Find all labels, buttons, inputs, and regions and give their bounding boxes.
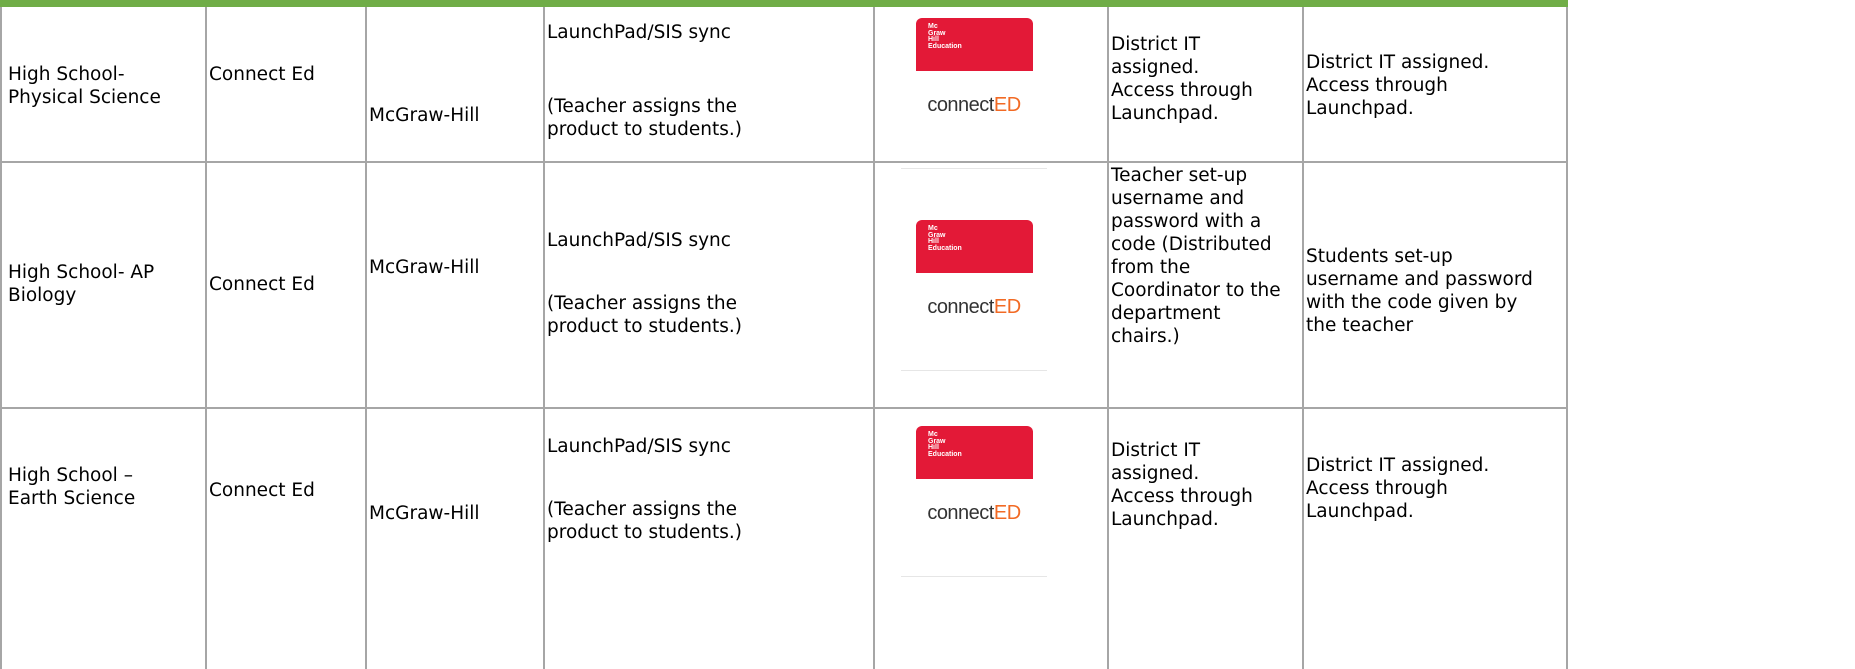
curriculum-table: High School- Physical Science Connect Ed… [0, 0, 1855, 669]
teacher-access: District IT assigned. Access through Lau… [1111, 440, 1253, 530]
student-access: Students set-up username and password wi… [1306, 246, 1533, 336]
connected-wordmark: connectED [927, 296, 1021, 318]
publisher-name: McGraw-Hill [369, 257, 480, 278]
student-access: District IT assigned. Access through Lau… [1306, 52, 1490, 119]
mcgraw-hill-logo: Mc Graw Hill Education [916, 220, 1033, 273]
column-divider [0, 7, 2, 669]
logo-divider [901, 576, 1047, 577]
header-accent-bar [0, 0, 1568, 7]
column-divider [543, 7, 545, 669]
column-divider [1107, 7, 1109, 669]
publisher-name: McGraw-Hill [369, 105, 480, 126]
logo-divider [901, 168, 1047, 169]
teacher-access: Teacher set-up username and password wit… [1111, 165, 1281, 347]
row-divider [0, 407, 1568, 409]
course-name: High School – Earth Science [8, 465, 136, 509]
column-divider [365, 7, 367, 669]
course-name: High School- Physical Science [8, 64, 161, 108]
sync-method: LaunchPad/SIS sync [547, 230, 731, 251]
mcgraw-hill-mark: Mc Graw Hill Education [928, 23, 962, 50]
sync-note: (Teacher assigns the product to students… [547, 96, 742, 140]
column-divider [873, 7, 875, 669]
connected-logo: Mc Graw Hill Education connectED [901, 18, 1047, 170]
logo-divider [901, 370, 1047, 371]
product-name: Connect Ed [209, 480, 315, 501]
mcgraw-hill-mark: Mc Graw Hill Education [928, 431, 962, 458]
sync-method: LaunchPad/SIS sync [547, 22, 731, 43]
connected-logo: Mc Graw Hill Education connectED [901, 220, 1047, 372]
column-divider [205, 7, 207, 669]
connected-logo: Mc Graw Hill Education connectED [901, 426, 1047, 578]
sync-note: (Teacher assigns the product to students… [547, 499, 742, 543]
column-divider [1566, 7, 1568, 669]
row-divider [0, 161, 1568, 163]
mcgraw-hill-mark: Mc Graw Hill Education [928, 225, 962, 252]
product-name: Connect Ed [209, 64, 315, 85]
product-name: Connect Ed [209, 274, 315, 295]
student-access: District IT assigned. Access through Lau… [1306, 455, 1490, 522]
teacher-access: District IT assigned. Access through Lau… [1111, 34, 1253, 124]
mcgraw-hill-logo: Mc Graw Hill Education [916, 426, 1033, 479]
column-divider [1302, 7, 1304, 669]
connected-wordmark: connectED [927, 502, 1021, 524]
sync-note: (Teacher assigns the product to students… [547, 293, 742, 337]
mcgraw-hill-logo: Mc Graw Hill Education [916, 18, 1033, 71]
publisher-name: McGraw-Hill [369, 503, 480, 524]
connected-wordmark: connectED [927, 94, 1021, 116]
sync-method: LaunchPad/SIS sync [547, 436, 731, 457]
course-name: High School- AP Biology [8, 262, 155, 306]
